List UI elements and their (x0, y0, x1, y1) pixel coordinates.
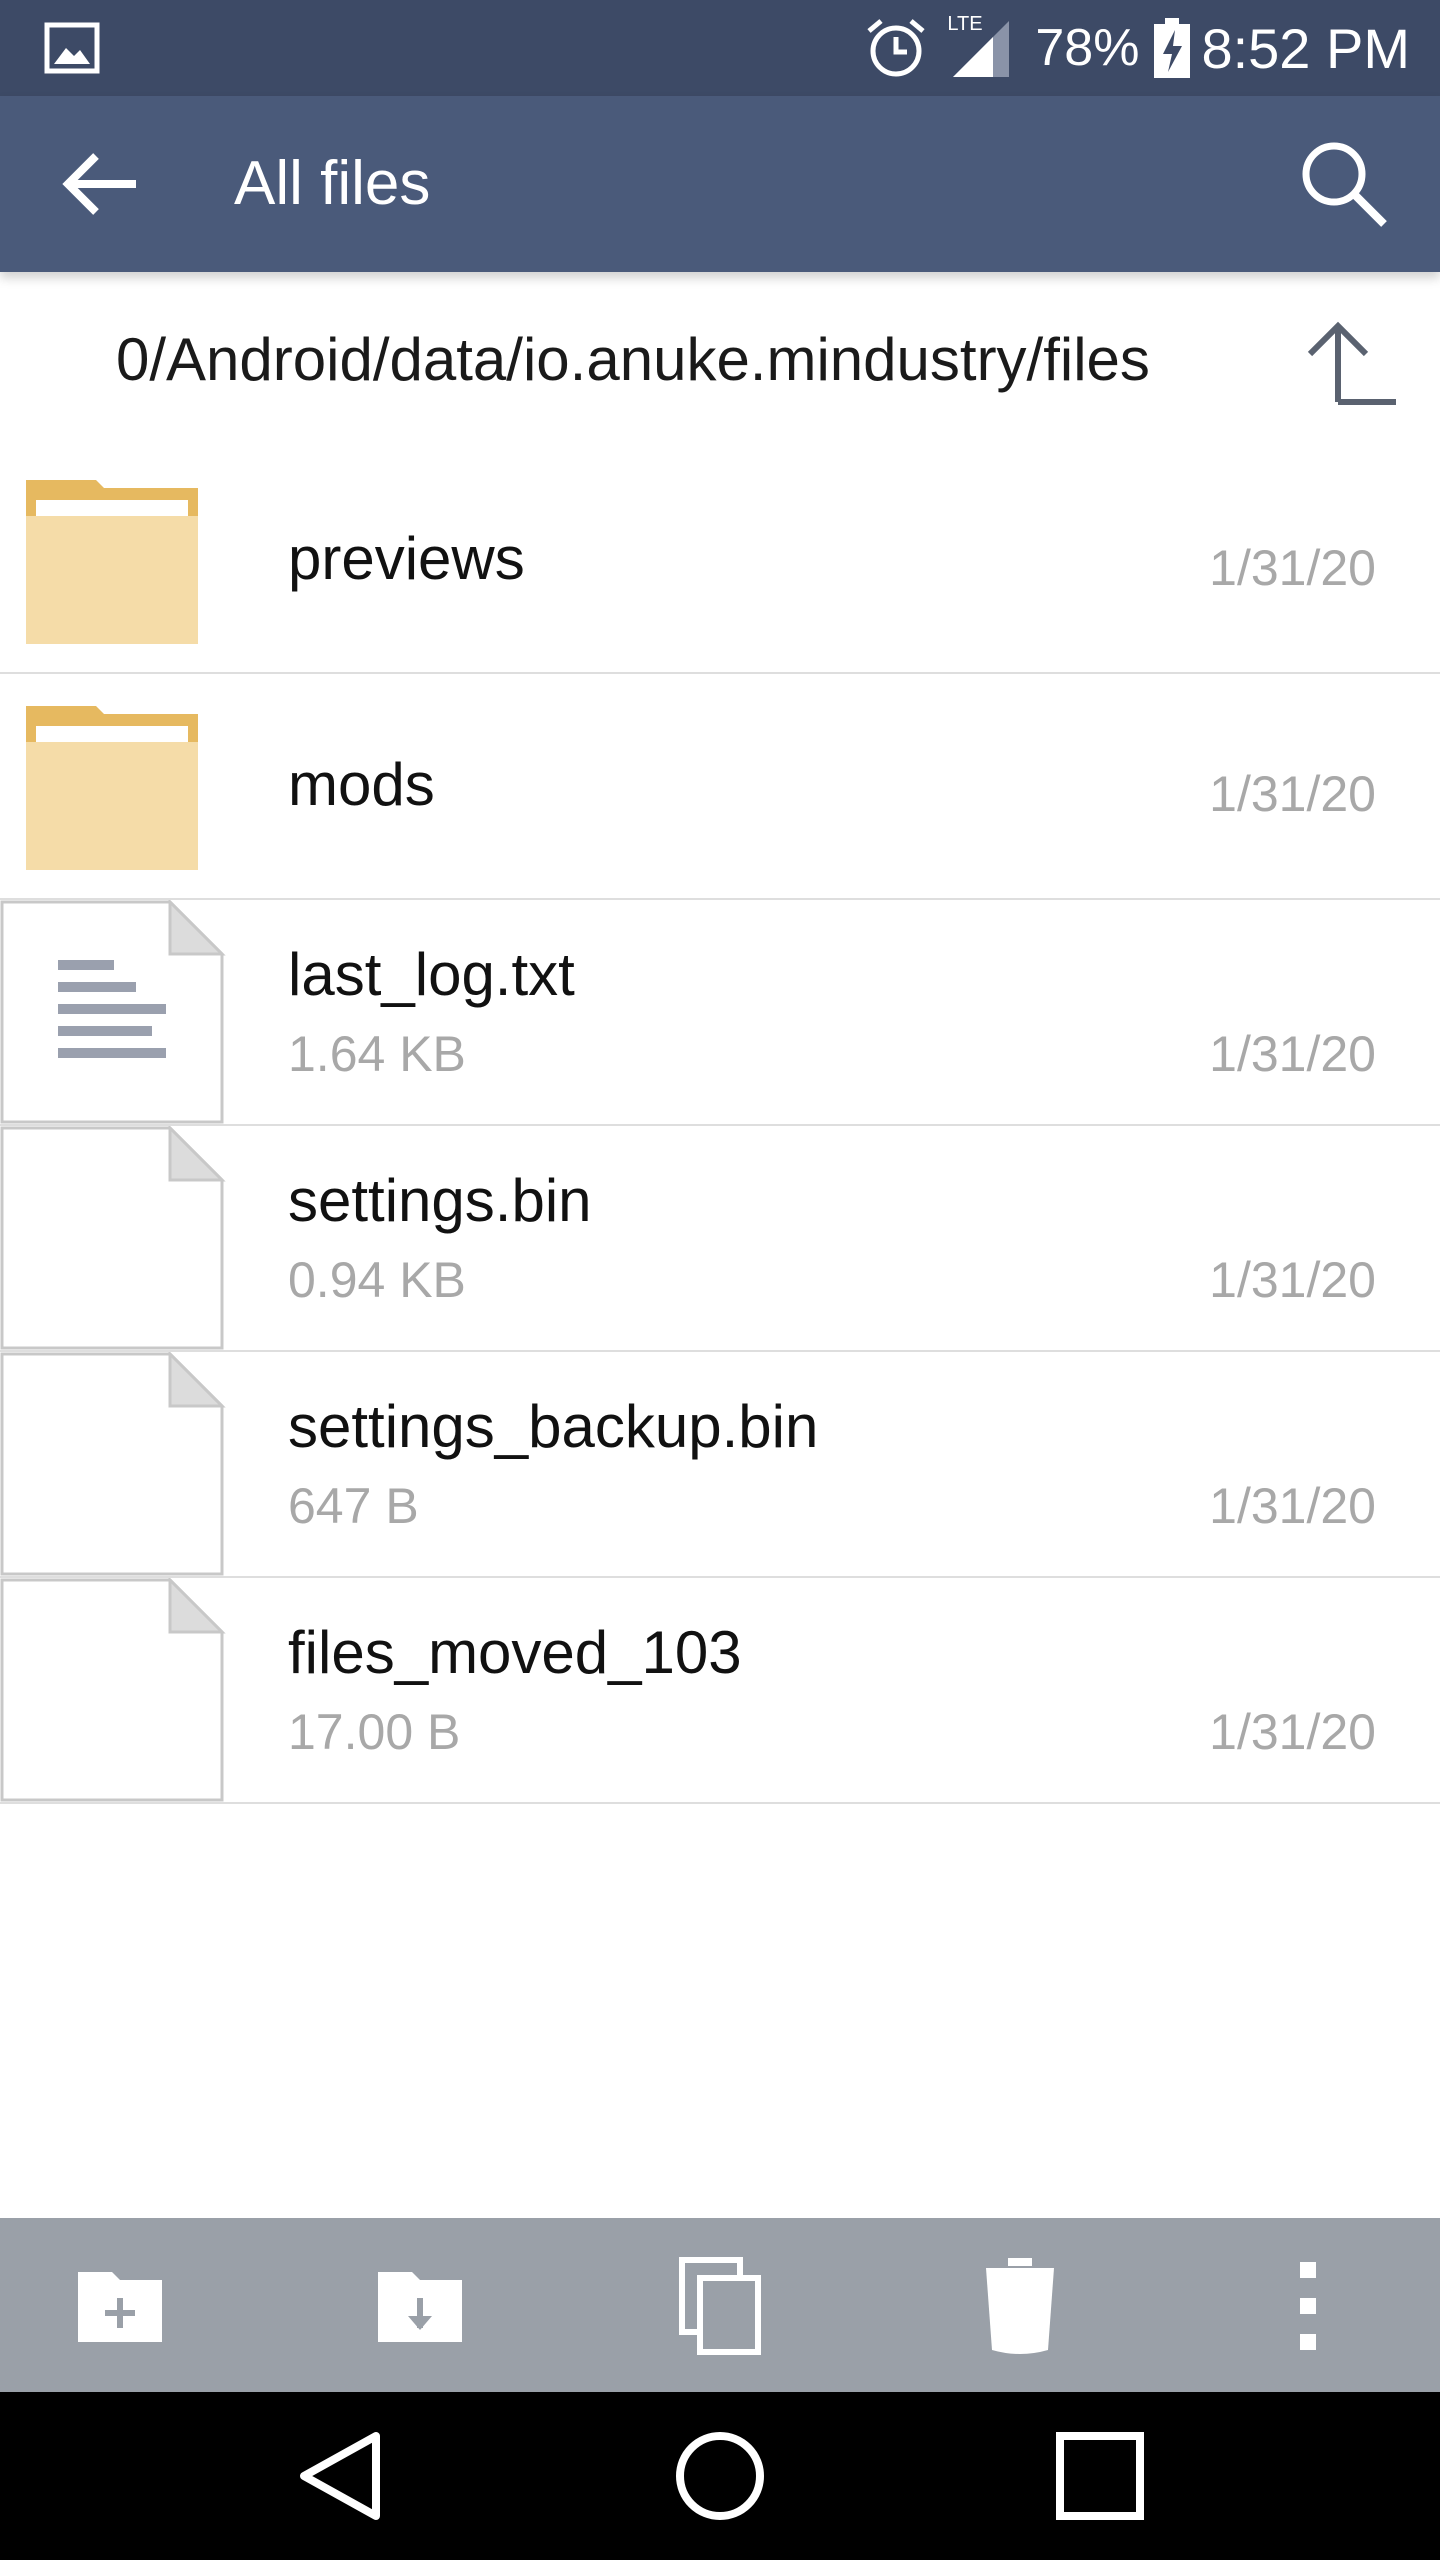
blank-file-icon (0, 1126, 226, 1350)
file-size: 647 B (288, 1478, 419, 1534)
folder-icon (26, 706, 198, 870)
file-name: settings.bin (288, 1167, 592, 1234)
system-nav-bar (0, 2392, 1440, 2560)
file-name: last_log.txt (288, 941, 575, 1008)
battery-percent: 78% (1035, 19, 1140, 77)
file-date: 1/31/20 (1209, 540, 1376, 596)
text-document-icon (0, 900, 226, 1124)
folder-icon (26, 480, 198, 644)
file-date: 1/31/20 (1209, 1704, 1376, 1760)
nav-back-icon[interactable] (290, 2426, 390, 2526)
network-type: LTE (947, 13, 983, 35)
nav-recents-icon[interactable] (1050, 2426, 1150, 2526)
file-name: files_moved_103 (288, 1619, 742, 1686)
file-list: previews 1/31/20 mods 1/31/20 last_log.t… (0, 448, 1440, 1804)
path-bar: 0/Android/data/io.anuke.mindustry/files (0, 272, 1440, 448)
download-folder-icon[interactable] (368, 2254, 472, 2358)
more-vertical-icon[interactable] (1256, 2254, 1360, 2358)
list-item[interactable]: files_moved_103 17.00 B 1/31/20 (0, 1578, 1440, 1804)
file-date: 1/31/20 (1209, 1026, 1376, 1082)
blank-file-icon (0, 1352, 226, 1576)
current-path: 0/Android/data/io.anuke.mindustry/files (116, 320, 1266, 400)
list-item[interactable]: settings.bin 0.94 KB 1/31/20 (0, 1126, 1440, 1352)
file-size: 17.00 B (288, 1704, 461, 1760)
trash-icon[interactable] (968, 2254, 1072, 2358)
file-size: 0.94 KB (288, 1252, 466, 1308)
new-folder-icon[interactable] (68, 2254, 172, 2358)
file-date: 1/31/20 (1209, 1478, 1376, 1534)
up-directory-icon[interactable] (1300, 312, 1400, 412)
page-title: All files (234, 149, 431, 218)
battery-charging-icon (1154, 18, 1191, 78)
file-size: 1.64 KB (288, 1026, 466, 1082)
back-arrow-icon[interactable] (56, 144, 146, 224)
file-date: 1/31/20 (1209, 766, 1376, 822)
file-name: previews (288, 525, 525, 592)
file-name: settings_backup.bin (288, 1393, 819, 1460)
copy-icon[interactable] (668, 2254, 772, 2358)
signal-icon: LTE (947, 13, 1017, 81)
gallery-notification-icon (44, 22, 100, 74)
list-item[interactable]: mods 1/31/20 (0, 674, 1440, 900)
file-date: 1/31/20 (1209, 1252, 1376, 1308)
alarm-icon (867, 19, 925, 77)
status-bar: LTE 78% 8:52 PM (0, 0, 1440, 96)
current-path-text: 0/Android/data/io.anuke.mindustry/files (116, 326, 1150, 393)
list-item[interactable]: last_log.txt 1.64 KB 1/31/20 (0, 900, 1440, 1126)
list-item[interactable]: previews 1/31/20 (0, 448, 1440, 674)
app-bar: All files (0, 96, 1440, 272)
list-item[interactable]: settings_backup.bin 647 B 1/31/20 (0, 1352, 1440, 1578)
clock: 8:52 PM (1201, 16, 1410, 80)
search-icon[interactable] (1294, 134, 1394, 234)
nav-home-icon[interactable] (670, 2426, 770, 2526)
bottom-toolbar (0, 2218, 1440, 2392)
file-name: mods (288, 751, 435, 818)
blank-file-icon (0, 1578, 226, 1802)
